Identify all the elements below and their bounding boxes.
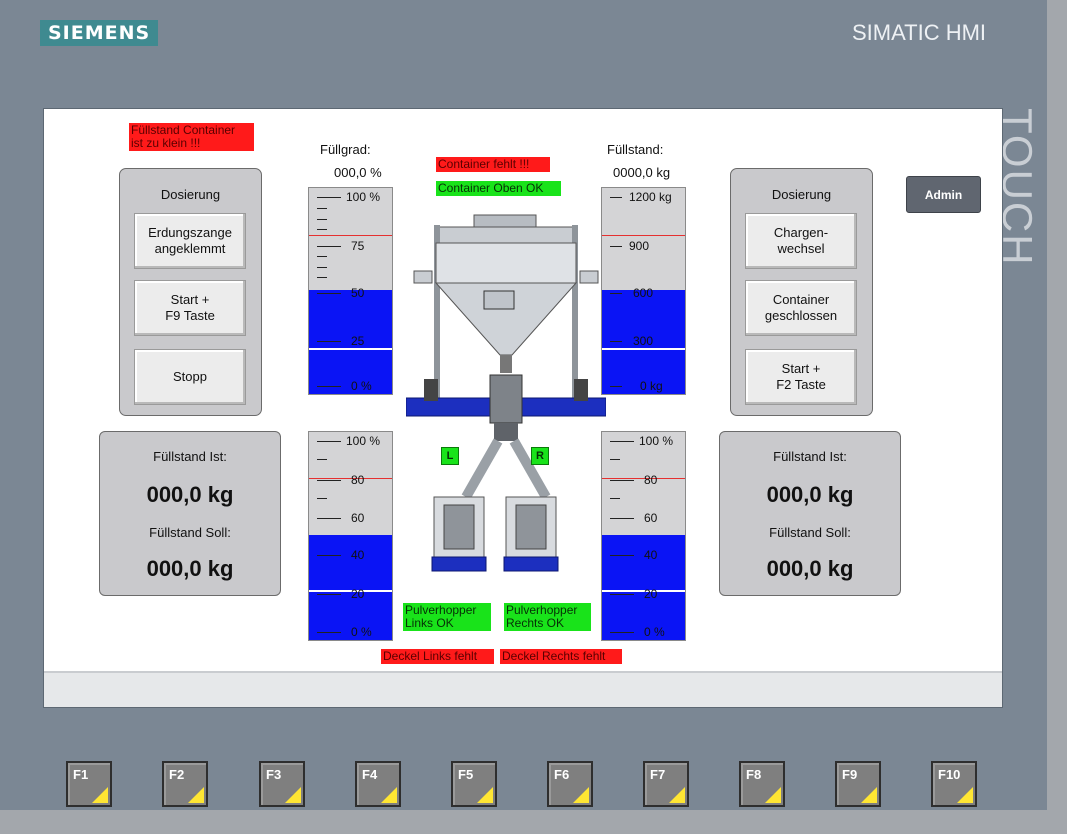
left-fill-soll-value: 000,0 kg [146,556,234,581]
fuellstand-tick-300: 300 [633,334,654,348]
fuellstand-label: Füllstand: [607,142,664,157]
start-f9-button[interactable]: Start + F9 Taste [134,280,246,336]
left-dosing-title: Dosierung [160,187,221,202]
start-f2-button[interactable]: Start + F2 Taste [745,349,857,405]
f10-key[interactable]: F10 [931,761,977,807]
marker-left: L [441,447,459,465]
status-bar [44,671,1002,707]
right-dosing-title: Dosierung [771,187,832,202]
lower-left-gauge: 100 % 80 60 40 20 0 % [308,431,393,641]
alarm-container-missing: Container fehlt !!! [436,157,550,172]
fuellstand-tick-900: 900 [629,239,650,253]
right-fill-panel: Füllstand Ist: 000,0 kg Füllstand Soll: … [719,431,901,596]
lower-left-tick-60: 60 [351,511,365,525]
status-container-top-ok: Container Oben OK [436,181,561,196]
fuellgrad-tick-25: 25 [351,334,365,348]
f3-key[interactable]: F3 [259,761,305,807]
fuellstand-tick-1200: 1200 kg [629,190,672,204]
lower-left-tick-40: 40 [351,548,365,562]
alarm-lid-right: Deckel Rechts fehlt [500,649,622,664]
fuellgrad-value: 000,0 % [334,165,382,180]
product-label: SIMATIC HMI [852,20,987,45]
left-dosing-panel: Dosierung Erdungszange angeklemmt Start … [119,168,262,416]
stopp-button[interactable]: Stopp [134,349,246,405]
right-fill-soll-label: Füllstand Soll: [769,525,851,540]
left-fill-panel: Füllstand Ist: 000,0 kg Füllstand Soll: … [99,431,281,596]
right-fill-ist-label: Füllstand Ist: [773,449,847,464]
right-fill-soll-value: 000,0 kg [766,556,854,581]
f8-key[interactable]: F8 [739,761,785,807]
erdungszange-button[interactable]: Erdungszange angeklemmt [134,213,246,269]
lower-right-tick-80: 80 [644,473,658,487]
chargenwechsel-button[interactable]: Chargen- wechsel [745,213,857,269]
fuellstand-tick-600: 600 [633,286,654,300]
fuellstand-value: 0000,0 kg [613,165,671,180]
touch-label: TOUCH [994,108,1041,267]
bezel-bottom [0,810,1067,834]
lower-left-tick-80: 80 [351,473,365,487]
hmi-screen: Füllstand Container ist zu klein !!! Dos… [43,108,1003,708]
fuellgrad-tick-100: 100 % [346,190,381,204]
lower-right-tick-100: 100 % [639,434,674,448]
lower-right-tick-40: 40 [644,548,658,562]
admin-button[interactable]: Admin [906,176,981,213]
fuellgrad-gauge: 100 % 75 50 25 0 % [308,187,393,395]
f6-key[interactable]: F6 [547,761,593,807]
left-fill-soll-label: Füllstand Soll: [149,525,231,540]
status-hopper-left-ok: Pulverhopper Links OK [403,603,491,631]
lower-right-gauge: 100 % 80 60 40 20 0 % [601,431,686,641]
fuellgrad-tick-0: 0 % [351,379,372,393]
alarm-container-small: Füllstand Container ist zu klein !!! [129,123,254,151]
left-fill-ist-value: 000,0 kg [146,482,234,507]
right-fill-ist-value: 000,0 kg [766,482,854,507]
lower-left-tick-100: 100 % [346,434,381,448]
f9-key[interactable]: F9 [835,761,881,807]
lower-right-tick-60: 60 [644,511,658,525]
fuellgrad-tick-75: 75 [351,239,365,253]
fuellstand-gauge: 1200 kg 900 600 300 0 kg [601,187,686,395]
siemens-logo: SIEMENS [40,20,159,46]
f5-key[interactable]: F5 [451,761,497,807]
lower-right-tick-0: 0 % [644,625,665,639]
container-geschlossen-button[interactable]: Container geschlossen [745,280,857,336]
f4-key[interactable]: F4 [355,761,401,807]
marker-right: R [531,447,549,465]
container-station-illustration [406,214,606,572]
lower-right-tick-20: 20 [644,587,658,601]
f1-key[interactable]: F1 [66,761,112,807]
right-dosing-panel: Dosierung Chargen- wechsel Container ges… [730,168,873,416]
lower-left-tick-0: 0 % [351,625,372,639]
fuellstand-tick-0: 0 kg [640,379,663,393]
f7-key[interactable]: F7 [643,761,689,807]
status-hopper-right-ok: Pulverhopper Rechts OK [504,603,591,631]
f2-key[interactable]: F2 [162,761,208,807]
fuellgrad-tick-50: 50 [351,286,365,300]
alarm-lid-left: Deckel Links fehlt [381,649,494,664]
left-fill-ist-label: Füllstand Ist: [153,449,227,464]
bezel-right [1047,0,1067,834]
fuellgrad-label: Füllgrad: [320,142,371,157]
lower-left-tick-20: 20 [351,587,365,601]
